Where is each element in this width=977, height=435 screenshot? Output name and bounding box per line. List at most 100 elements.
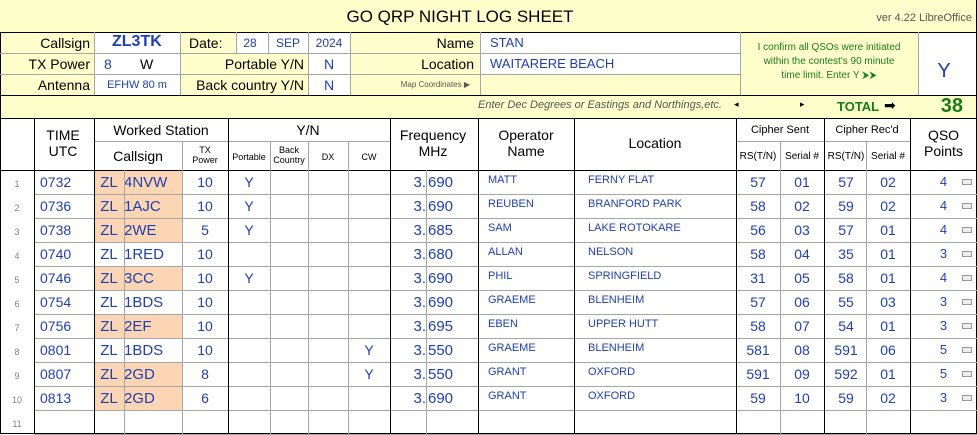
cell-loc[interactable]: UPPER HUTT	[588, 318, 736, 330]
cell-ser-s[interactable]: 10	[780, 390, 824, 406]
cell-ser-r[interactable]: 02	[866, 198, 910, 214]
cell-time[interactable]: 0736	[40, 198, 92, 214]
cell-port[interactable]: Y	[228, 222, 270, 238]
cell-rs-s[interactable]: 58	[736, 318, 780, 334]
date-month[interactable]: SEP	[268, 36, 308, 50]
cell-call[interactable]: 1RED	[124, 246, 182, 263]
cell-pwr[interactable]: 10	[182, 342, 228, 358]
cell-fb[interactable]: 680	[428, 246, 476, 263]
tx-power-value[interactable]: 8	[104, 56, 124, 72]
cell-loc[interactable]: LAKE ROTOKARE	[588, 222, 736, 234]
cell-rs-r[interactable]: 591	[824, 342, 868, 358]
cell-pwr[interactable]: 10	[182, 270, 228, 286]
cell-time[interactable]: 0756	[40, 318, 92, 334]
cell-pre[interactable]: ZL	[94, 390, 124, 407]
cell-ser-r[interactable]: 03	[866, 294, 910, 310]
cell-call[interactable]: 1AJC	[124, 198, 182, 215]
cell-rs-r[interactable]: 57	[824, 174, 868, 190]
cell-op[interactable]: EBEN	[488, 318, 574, 330]
cell-ser-s[interactable]: 06	[780, 294, 824, 310]
cell-pre[interactable]: ZL	[94, 270, 124, 287]
cell-ser-r[interactable]: 01	[866, 246, 910, 262]
cell-rs-s[interactable]: 57	[736, 174, 780, 190]
cell-pwr[interactable]: 6	[182, 390, 228, 406]
cell-pwr[interactable]: 10	[182, 174, 228, 190]
cell-pwr[interactable]: 8	[182, 366, 228, 382]
cell-ser-s[interactable]: 07	[780, 318, 824, 334]
cell-pre[interactable]: ZL	[94, 198, 124, 215]
cell-fa[interactable]: 3.	[390, 390, 426, 407]
cell-fb[interactable]: 690	[428, 198, 476, 215]
cell-time[interactable]: 0801	[40, 342, 92, 358]
cell-rs-s[interactable]: 57	[736, 294, 780, 310]
cell-fb[interactable]: 685	[428, 222, 476, 239]
cell-op[interactable]: GRANT	[488, 390, 574, 402]
cell-pre[interactable]: ZL	[94, 294, 124, 311]
cell-loc[interactable]: NELSON	[588, 246, 736, 258]
cell-fa[interactable]: 3.	[390, 174, 426, 191]
cell-pwr[interactable]: 10	[182, 294, 228, 310]
cell-ser-s[interactable]: 01	[780, 174, 824, 190]
cell-fb[interactable]: 690	[428, 270, 476, 287]
cell-call[interactable]: 1BDS	[124, 294, 182, 311]
cell-loc[interactable]: FERNY FLAT	[588, 174, 736, 186]
cell-call[interactable]: 3CC	[124, 270, 182, 287]
cell-pre[interactable]: ZL	[94, 318, 124, 335]
cell-op[interactable]: SAM	[488, 222, 574, 234]
cell-ser-r[interactable]: 01	[866, 270, 910, 286]
cell-call[interactable]: 1BDS	[124, 342, 182, 359]
cell-pwr[interactable]: 5	[182, 222, 228, 238]
scroll-right-icon[interactable]: ▸	[800, 99, 810, 110]
cell-fb[interactable]: 690	[428, 174, 476, 191]
cell-rs-s[interactable]: 31	[736, 270, 780, 286]
cell-pwr[interactable]: 10	[182, 198, 228, 214]
cell-op[interactable]: ALLAN	[488, 246, 574, 258]
cell-ser-r[interactable]: 01	[866, 318, 910, 334]
cell-op[interactable]: MATT	[488, 174, 574, 186]
cell-fa[interactable]: 3.	[390, 294, 426, 311]
cell-fa[interactable]: 3.	[390, 198, 426, 215]
cell-pre[interactable]: ZL	[94, 174, 124, 191]
cell-loc[interactable]: SPRINGFIELD	[588, 270, 736, 282]
cell-call[interactable]: 4NVW	[124, 174, 182, 191]
cell-rs-s[interactable]: 581	[736, 342, 780, 358]
cell-pre[interactable]: ZL	[94, 366, 124, 383]
cell-rs-s[interactable]: 58	[736, 246, 780, 262]
cell-rs-r[interactable]: 54	[824, 318, 868, 334]
cell-ser-s[interactable]: 02	[780, 198, 824, 214]
cell-fb[interactable]: 550	[428, 342, 476, 359]
cell-loc[interactable]: BRANFORD PARK	[588, 198, 736, 210]
cell-fb[interactable]: 695	[428, 318, 476, 335]
cell-rs-s[interactable]: 591	[736, 366, 780, 382]
date-year[interactable]: 2024	[308, 36, 350, 50]
cell-fa[interactable]: 3.	[390, 270, 426, 287]
cell-pre[interactable]: ZL	[94, 342, 124, 359]
cell-fa[interactable]: 3.	[390, 342, 426, 359]
cell-cw[interactable]: Y	[348, 366, 390, 382]
cell-op[interactable]: GRAEME	[488, 294, 574, 306]
cell-rs-s[interactable]: 56	[736, 222, 780, 238]
cell-time[interactable]: 0807	[40, 366, 92, 382]
cell-pre[interactable]: ZL	[94, 246, 124, 263]
cell-ser-r[interactable]: 02	[866, 390, 910, 406]
cell-op[interactable]: GRANT	[488, 366, 574, 378]
cell-time[interactable]: 0746	[40, 270, 92, 286]
cell-ser-s[interactable]: 05	[780, 270, 824, 286]
callsign-value[interactable]: ZL3TK	[112, 33, 182, 51]
scroll-left-icon[interactable]: ◂	[734, 99, 744, 110]
back-country-value[interactable]: N	[308, 77, 350, 93]
cell-loc[interactable]: OXFORD	[588, 390, 736, 402]
cell-op[interactable]: REUBEN	[488, 198, 574, 210]
cell-port[interactable]: Y	[228, 174, 270, 190]
cell-fa[interactable]: 3.	[390, 318, 426, 335]
cell-rs-r[interactable]: 58	[824, 270, 868, 286]
cell-rs-s[interactable]: 59	[736, 390, 780, 406]
cell-loc[interactable]: BLENHEIM	[588, 342, 736, 354]
confirm-value[interactable]: Y	[918, 60, 970, 83]
location-value[interactable]: WAITARERE BEACH	[490, 56, 730, 71]
cell-ser-r[interactable]: 01	[866, 366, 910, 382]
cell-ser-s[interactable]: 08	[780, 342, 824, 358]
cell-pwr[interactable]: 10	[182, 246, 228, 262]
cell-fa[interactable]: 3.	[390, 366, 426, 383]
date-day[interactable]: 28	[236, 36, 264, 50]
